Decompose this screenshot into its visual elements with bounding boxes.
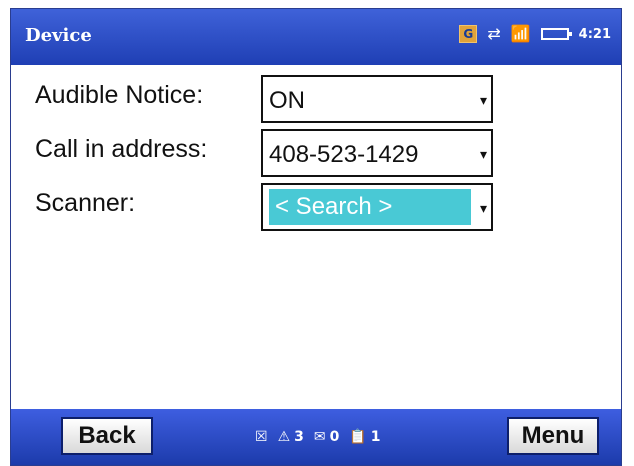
call-in-address-value: 408-523-1429 <box>269 141 419 168</box>
scanner-dropdown[interactable]: < Search > ▾ <box>261 183 493 231</box>
data-transfer-icon: ⇄ <box>487 24 501 43</box>
warning-notification[interactable]: ⚠ 3 <box>278 429 304 445</box>
notification-tray: ☒ ⚠ 3 ✉ 0 📋 1 <box>255 429 381 445</box>
menu-button[interactable]: Menu <box>507 417 599 455</box>
bottom-softkey-bar: Back ☒ ⚠ 3 ✉ 0 📋 1 Menu <box>11 409 621 465</box>
clipboard-icon: 📋 <box>349 429 367 445</box>
clipboard-notification[interactable]: 📋 1 <box>349 429 380 445</box>
call-in-address-label: Call in address: <box>35 135 208 163</box>
device-window: Device G ⇄ 📶 4:21 Audible Notice: ON ▾ C… <box>10 8 622 466</box>
audible-notice-dropdown[interactable]: ON ▾ <box>261 75 493 123</box>
g-network-badge: G <box>459 25 478 43</box>
signal-icon: 📶 <box>510 24 531 43</box>
page-title: Device <box>25 25 92 46</box>
close-box-icon[interactable]: ☒ <box>255 429 268 445</box>
chevron-down-icon: ▾ <box>479 93 487 109</box>
status-icons: G ⇄ 📶 4:21 <box>459 21 611 47</box>
back-button[interactable]: Back <box>61 417 153 455</box>
device-settings-form: Audible Notice: ON ▾ Call in address: 40… <box>11 65 621 405</box>
audible-notice-value: ON <box>269 87 305 114</box>
mail-notification[interactable]: ✉ 0 <box>314 429 339 445</box>
audible-notice-label: Audible Notice: <box>35 81 204 109</box>
scanner-row: Scanner: < Search > ▾ <box>11 183 621 231</box>
chevron-down-icon: ▾ <box>479 147 487 163</box>
clock-time: 4:21 <box>578 26 611 42</box>
clipboard-count: 1 <box>370 429 381 445</box>
mail-icon: ✉ <box>313 429 326 445</box>
title-bar: Device G ⇄ 📶 4:21 <box>11 9 621 65</box>
scanner-value: < Search > <box>269 189 471 225</box>
battery-icon <box>540 28 572 40</box>
audible-notice-row: Audible Notice: ON ▾ <box>11 75 621 123</box>
chevron-down-icon: ▾ <box>479 201 487 217</box>
call-in-address-row: Call in address: 408-523-1429 ▾ <box>11 129 621 177</box>
scanner-label: Scanner: <box>35 189 136 217</box>
call-in-address-dropdown[interactable]: 408-523-1429 ▾ <box>261 129 493 177</box>
mail-count: 0 <box>329 429 340 445</box>
warning-icon: ⚠ <box>277 429 291 445</box>
warning-count: 3 <box>294 429 304 445</box>
